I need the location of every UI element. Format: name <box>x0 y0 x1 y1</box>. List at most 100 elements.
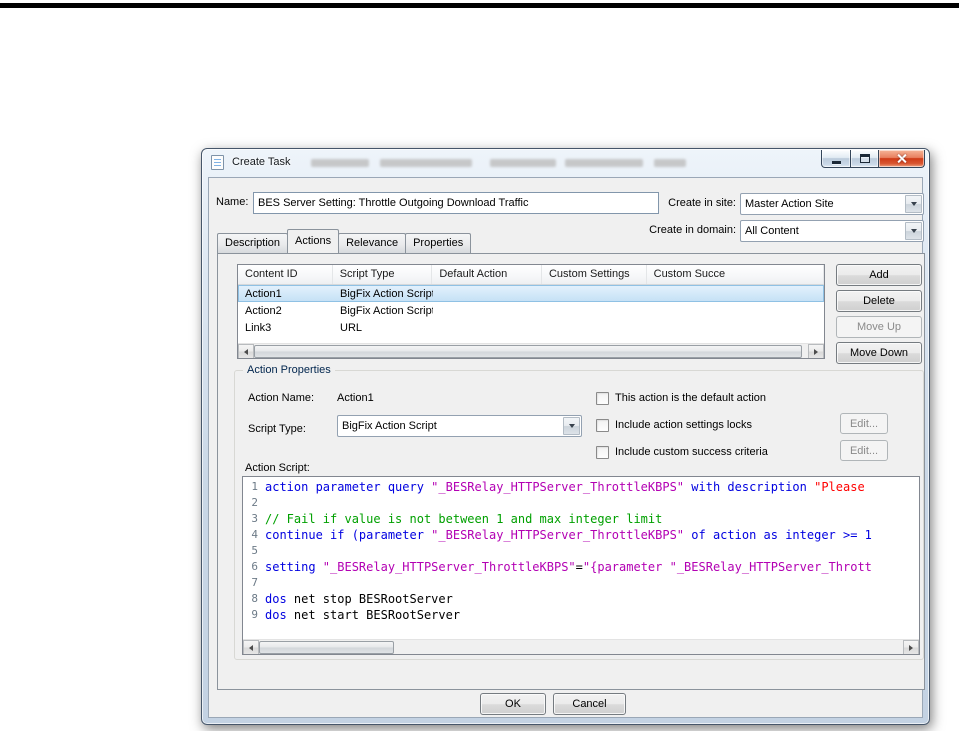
settings-locks-checkbox-row: Include action settings locks <box>596 418 752 432</box>
code-line: 5 <box>243 543 919 559</box>
actions-table: Content ID Script Type Default Action Cu… <box>237 264 825 359</box>
scroll-thumb[interactable] <box>254 345 802 358</box>
default-action-checkbox[interactable] <box>596 391 609 405</box>
table-row-link3[interactable]: Link3 URL <box>238 319 824 336</box>
tab-description[interactable]: Description <box>217 233 289 253</box>
action-properties-group: Action Properties Action Name: Action1 S… <box>234 364 924 660</box>
maximize-icon <box>859 154 870 163</box>
chevron-down-icon <box>910 202 917 206</box>
domain-combobox-value: All Content <box>745 225 799 237</box>
minimize-button[interactable] <box>821 150 851 168</box>
action-properties-label: Action Properties <box>243 364 335 376</box>
scroll-left-button[interactable] <box>238 344 254 358</box>
add-button[interactable]: Add <box>836 264 922 286</box>
code-line: 1 action parameter query "_BESRelay_HTTPS… <box>243 479 919 495</box>
code-line: 4 continue if (parameter "_BESRelay_HTTPS… <box>243 527 919 543</box>
domain-combobox-arrow[interactable] <box>905 222 922 240</box>
create-in-domain-combobox[interactable]: All Content <box>740 220 924 242</box>
tab-properties[interactable]: Properties <box>405 233 472 253</box>
script-type-combobox[interactable]: BigFix Action Script <box>337 415 582 437</box>
create-task-dialog: Create Task Name: Create in site: Master… <box>201 148 930 725</box>
edit-success-criteria-button[interactable]: Edit... <box>840 440 888 461</box>
success-criteria-checkbox-row: Include custom success criteria <box>596 445 768 459</box>
redacted-text <box>311 159 369 167</box>
script-type-label: Script Type: <box>248 423 306 435</box>
default-action-checkbox-row: This action is the default action <box>596 391 766 405</box>
arrow-left-icon <box>249 644 253 651</box>
window-controls <box>821 150 925 168</box>
column-header-custom-success[interactable]: Custom Succe <box>647 265 824 284</box>
site-combobox-arrow[interactable] <box>905 195 922 213</box>
scroll-left-button[interactable] <box>243 640 259 654</box>
cancel-button[interactable]: Cancel <box>553 693 626 715</box>
actions-table-header: Content ID Script Type Default Action Cu… <box>238 265 824 285</box>
create-in-site-combobox[interactable]: Master Action Site <box>740 193 924 215</box>
cell-script-type: BigFix Action Script <box>340 287 433 300</box>
action-script-label: Action Script: <box>245 462 310 474</box>
action-script-lines[interactable]: 1 action parameter query "_BESRelay_HTTPS… <box>243 477 919 639</box>
line-number: 9 <box>251 608 258 621</box>
code-text: continue if (parameter "_BESRelay_HTTPSe… <box>265 528 872 542</box>
table-hscrollbar[interactable] <box>238 343 824 358</box>
delete-button[interactable]: Delete <box>836 290 922 312</box>
minimize-icon <box>831 161 841 164</box>
arrow-left-icon <box>244 348 248 355</box>
titlebar[interactable]: Create Task <box>202 149 929 177</box>
close-button[interactable] <box>879 150 925 168</box>
column-header-default-action[interactable]: Default Action <box>432 265 542 284</box>
action-name-label: Action Name: <box>248 392 315 404</box>
cell-content-id: Action2 <box>245 304 282 317</box>
chevron-down-icon <box>568 424 575 428</box>
redacted-text <box>565 159 643 167</box>
line-number: 5 <box>251 544 258 557</box>
action-name-value: Action1 <box>337 392 374 404</box>
cell-script-type: BigFix Action Script <box>340 304 433 317</box>
column-header-script-type[interactable]: Script Type <box>333 265 433 284</box>
code-line: 7 <box>243 575 919 591</box>
line-number: 6 <box>251 560 258 573</box>
table-row-action2[interactable]: Action2 BigFix Action Script <box>238 302 824 319</box>
line-number: 7 <box>251 576 258 589</box>
code-text: dos net start BESRootServer <box>265 608 461 622</box>
redacted-text <box>490 159 556 167</box>
ok-button[interactable]: OK <box>480 693 546 715</box>
document-page: Create Task Name: Create in site: Master… <box>0 0 959 731</box>
scroll-right-button[interactable] <box>903 640 919 654</box>
cell-content-id: Link3 <box>245 321 272 334</box>
column-header-custom-settings[interactable]: Custom Settings <box>542 265 647 284</box>
move-up-button[interactable]: Move Up <box>836 316 922 338</box>
code-line: 2 <box>243 495 919 511</box>
success-criteria-checkbox[interactable] <box>596 445 609 459</box>
editor-hscrollbar[interactable] <box>243 639 919 654</box>
create-in-domain-label: Create in domain: <box>649 224 736 236</box>
dialog-client-area: Name: Create in site: Master Action Site… <box>208 177 925 718</box>
table-row-action1[interactable]: Action1 BigFix Action Script <box>238 285 824 302</box>
script-type-combobox-arrow[interactable] <box>563 417 580 435</box>
redacted-text <box>654 159 686 167</box>
move-down-button[interactable]: Move Down <box>836 342 922 364</box>
edit-settings-locks-button[interactable]: Edit... <box>840 413 888 434</box>
maximize-button[interactable] <box>851 150 879 168</box>
line-number: 1 <box>251 480 258 493</box>
tab-actions[interactable]: Actions <box>287 229 340 253</box>
line-number: 3 <box>251 512 258 525</box>
action-script-editor[interactable]: 1 action parameter query "_BESRelay_HTTPS… <box>242 476 920 655</box>
actions-tab-panel: Content ID Script Type Default Action Cu… <box>217 253 925 690</box>
column-header-content-id[interactable]: Content ID <box>238 265 333 284</box>
name-input[interactable] <box>253 192 659 214</box>
default-action-checkbox-label: This action is the default action <box>615 392 767 404</box>
code-line: 6 setting "_BESRelay_HTTPServer_ThrottleK… <box>243 559 919 575</box>
chevron-down-icon <box>910 229 917 233</box>
page-top-border <box>0 3 959 8</box>
name-label: Name: <box>216 196 249 208</box>
close-icon <box>896 153 907 164</box>
code-text: // Fail if value is not between 1 and ma… <box>265 512 663 526</box>
redacted-text <box>380 159 472 167</box>
code-line: 8 dos net stop BESRootServer <box>243 591 919 607</box>
tab-relevance[interactable]: Relevance <box>338 233 407 253</box>
scroll-right-button[interactable] <box>808 344 824 358</box>
settings-locks-checkbox[interactable] <box>596 418 609 432</box>
scroll-thumb[interactable] <box>259 641 394 654</box>
line-number: 2 <box>251 496 258 509</box>
code-line: 9 dos net start BESRootServer <box>243 607 919 623</box>
